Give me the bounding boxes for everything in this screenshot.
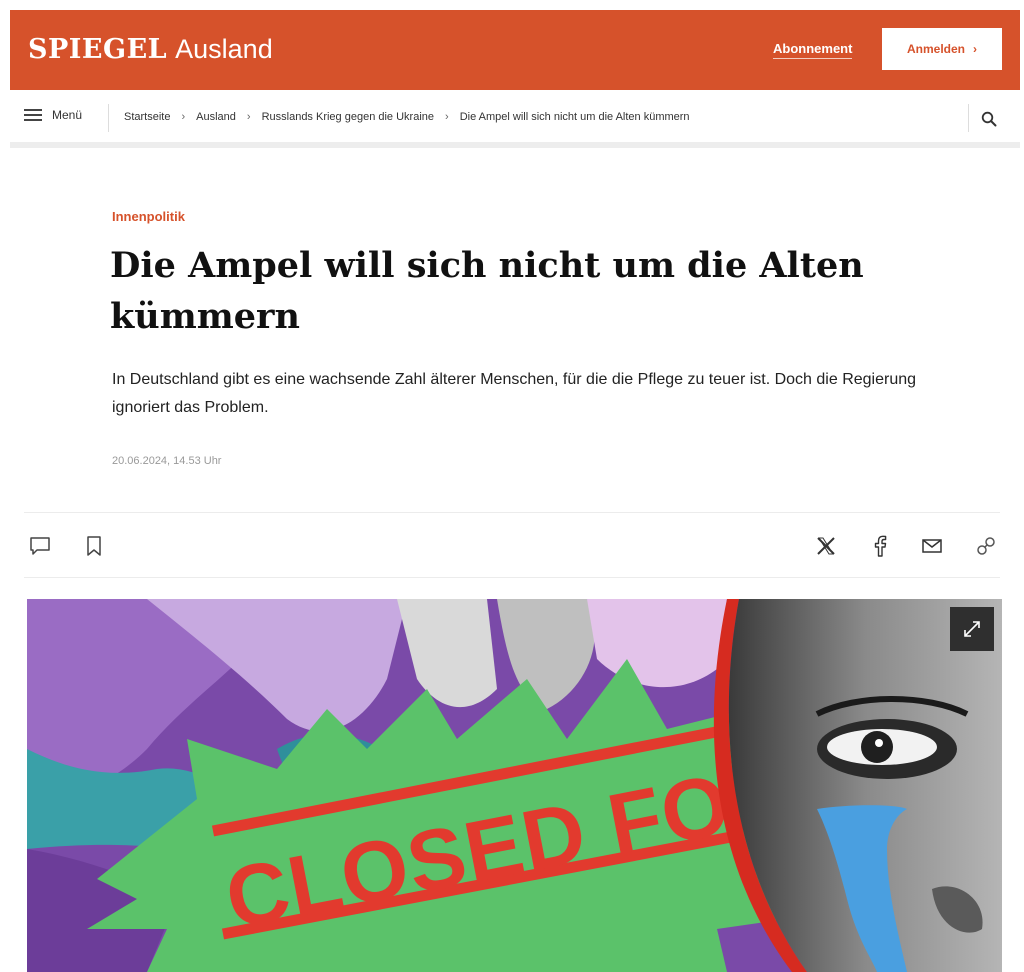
page-title: Die Ampel will sich nicht um die Alten k…: [110, 245, 864, 337]
share-x-button[interactable]: [812, 532, 840, 560]
facebook-icon: [874, 535, 887, 557]
breadcrumb-home[interactable]: Startseite: [124, 111, 170, 123]
breadcrumb-separator: ›: [181, 111, 186, 123]
hero-illustration: CLOSED FOREVER: [27, 599, 1002, 972]
expand-image-button[interactable]: [950, 607, 994, 651]
breadcrumb-bar: Menü Startseite › Ausland › Russlands Kr…: [10, 90, 1020, 148]
share-facebook-button[interactable]: [866, 532, 894, 560]
search-icon: [981, 111, 997, 127]
article-lead: In Deutschland gibt es eine wachsende Za…: [112, 371, 917, 416]
subscription-link[interactable]: Abonnement: [773, 41, 853, 59]
expand-icon: [964, 621, 980, 637]
bookmark-icon: [87, 536, 101, 556]
login-button[interactable]: Anmelden ›: [882, 28, 1002, 70]
site-header: SPIEGEL Ausland Abonnement Anmelden ›: [10, 10, 1020, 90]
section-name: Ausland: [175, 34, 273, 64]
comment-icon: [30, 537, 50, 555]
comment-button[interactable]: [26, 532, 54, 560]
article-kicker[interactable]: Innenpolitik: [112, 209, 185, 224]
divider: [24, 577, 1000, 578]
brand-logo-link[interactable]: SPIEGEL Ausland: [28, 34, 273, 65]
login-button-label: Anmelden: [906, 42, 965, 56]
divider: [968, 104, 969, 132]
chevron-right-icon: ›: [973, 42, 977, 56]
breadcrumb-topic[interactable]: Russlands Krieg gegen die Ukraine: [262, 111, 434, 123]
breadcrumb: Startseite › Ausland › Russlands Krieg g…: [124, 111, 690, 123]
breadcrumb-separator: ›: [246, 111, 251, 123]
bookmark-button[interactable]: [80, 532, 108, 560]
menu-button[interactable]: Menü: [24, 108, 82, 122]
search-button[interactable]: [976, 106, 1002, 132]
x-icon: [817, 537, 835, 555]
breadcrumb-current: Die Ampel will sich nicht um die Alten k…: [459, 111, 690, 123]
breadcrumb-ausland[interactable]: Ausland: [196, 111, 236, 123]
mail-icon: [922, 539, 942, 553]
page: SPIEGEL Ausland Abonnement Anmelden › Me…: [0, 0, 1024, 972]
brand-logo: SPIEGEL: [28, 34, 168, 65]
copy-link-button[interactable]: [972, 532, 1000, 560]
publish-date: 20.06.2024, 14.53 Uhr: [112, 455, 222, 467]
hero-image[interactable]: CLOSED FOREVER: [27, 599, 1002, 972]
hamburger-icon: [24, 109, 42, 121]
divider: [108, 104, 109, 132]
share-mail-button[interactable]: [918, 532, 946, 560]
breadcrumb-separator: ›: [445, 111, 449, 123]
link-icon: [977, 537, 995, 555]
article-actions: [24, 520, 1000, 572]
divider: [24, 512, 1000, 513]
menu-label: Menü: [52, 108, 83, 122]
